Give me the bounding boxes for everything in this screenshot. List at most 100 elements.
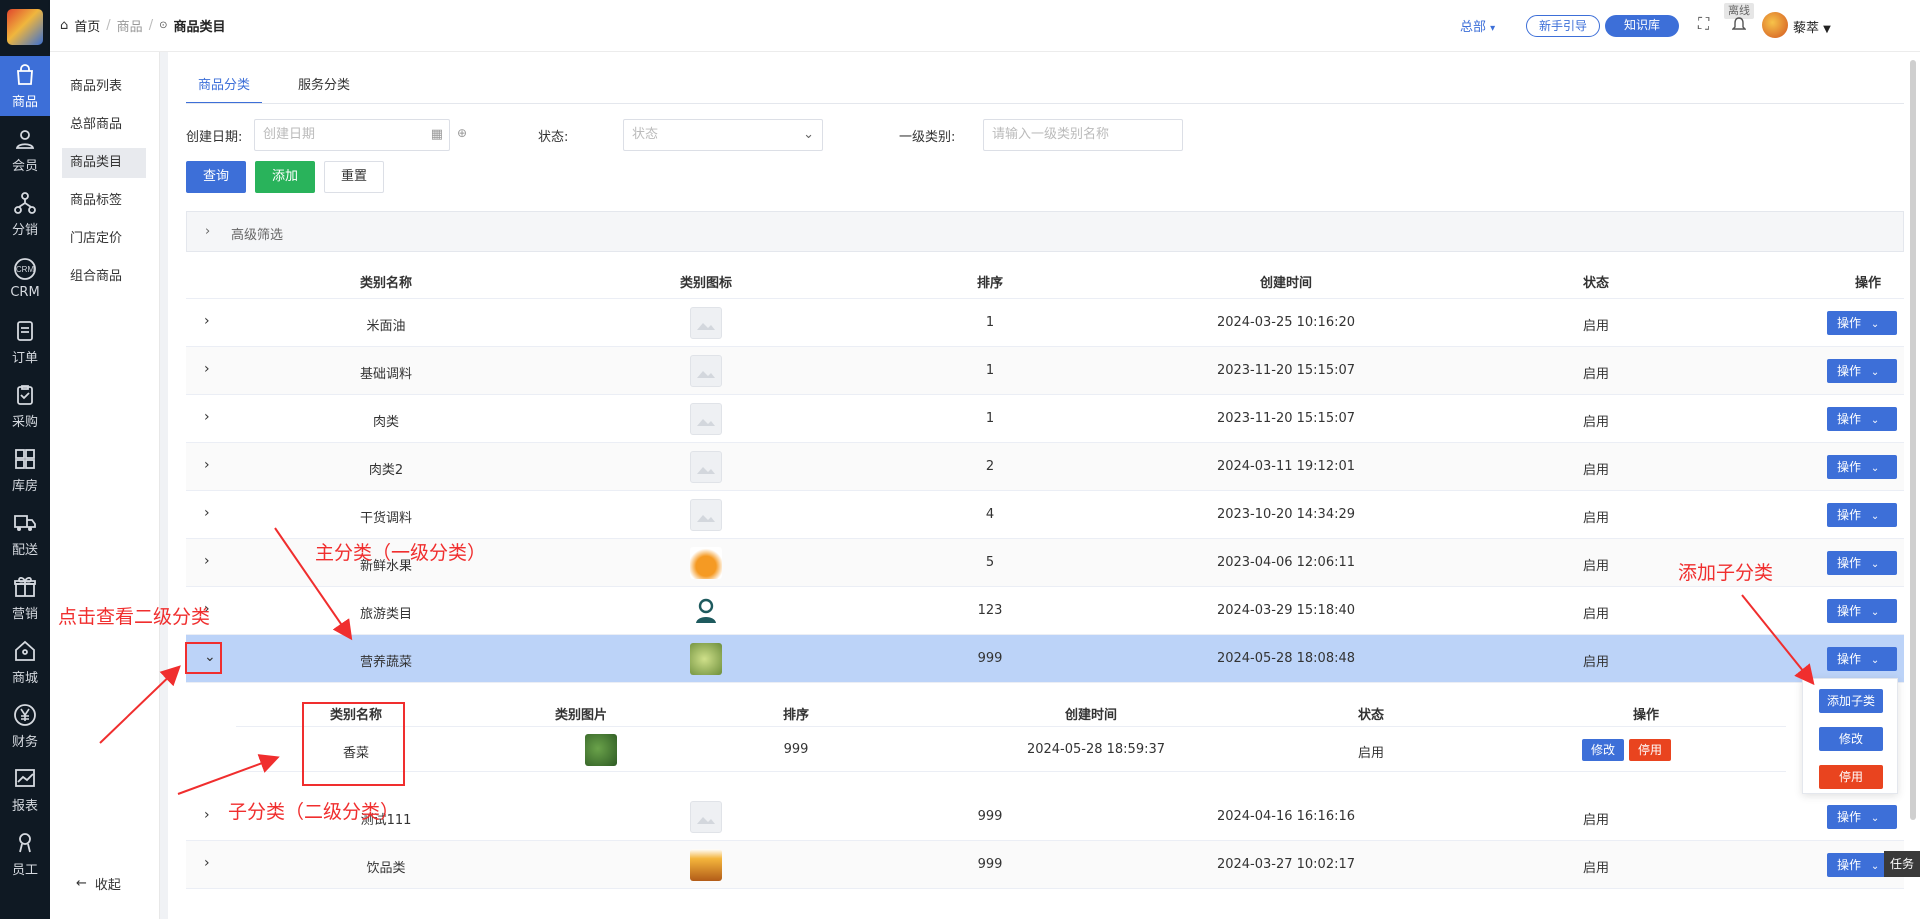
table-row[interactable]: ⌄ 营养蔬菜 999 2024-05-28 18:08:48 启用 操作 ⌄ bbox=[186, 635, 1904, 683]
guide-button[interactable]: 新手引导 bbox=[1526, 15, 1600, 37]
home-icon[interactable]: ⌂ bbox=[60, 18, 68, 33]
table-row[interactable]: › 饮品类 999 2024-03-27 10:02:17 启用 操作 ⌄ bbox=[186, 841, 1904, 889]
subtable-area: 类别名称 类别图片 排序 创建时间 状态 操作 香菜 999 2024-05-2… bbox=[186, 684, 1904, 792]
rail-item-3[interactable]: CRM CRM bbox=[0, 248, 50, 308]
cell-name: 肉类 bbox=[372, 415, 399, 430]
category-input[interactable]: 请输入一级类别名称 bbox=[983, 119, 1183, 151]
reset-button[interactable]: 重置 bbox=[324, 161, 384, 193]
rail-item-11[interactable]: 报表 bbox=[0, 760, 50, 820]
org-selector[interactable]: 总部 ▾ bbox=[1460, 16, 1495, 35]
date-input[interactable]: 创建日期 ▦ bbox=[254, 119, 450, 151]
sub-disable-button[interactable]: 停用 bbox=[1629, 739, 1671, 761]
fullscreen-icon[interactable]: ⛶ bbox=[1698, 14, 1709, 34]
subcat-highlight-box bbox=[302, 702, 405, 786]
rail-item-8[interactable]: 营销 bbox=[0, 568, 50, 628]
table-row[interactable]: › 基础调料 1 2023-11-20 15:15:07 启用 操作 ⌄ bbox=[186, 347, 1904, 395]
image-placeholder-icon bbox=[690, 451, 722, 483]
table-row[interactable]: › 测试111 999 2024-04-16 16:16:16 启用 操作 ⌄ bbox=[186, 793, 1904, 841]
subnav-item-1[interactable]: 总部商品 bbox=[62, 110, 146, 140]
drink-image bbox=[690, 849, 722, 881]
dropdown-disable[interactable]: 停用 bbox=[1819, 765, 1883, 789]
cell-time: 2024-04-16 16:16:16 bbox=[1216, 809, 1356, 824]
chevron-right-icon[interactable]: › bbox=[204, 505, 210, 521]
dropdown-edit[interactable]: 修改 bbox=[1819, 727, 1883, 751]
add-circle-icon[interactable]: ⊕ bbox=[457, 126, 467, 140]
tab-service-category[interactable]: 服务分类 bbox=[286, 74, 362, 104]
bell-icon[interactable] bbox=[1731, 17, 1747, 37]
cell-status: 启用 bbox=[1582, 559, 1609, 574]
chevron-right-icon[interactable]: › bbox=[204, 361, 210, 377]
gift-icon bbox=[14, 576, 36, 597]
operation-button[interactable]: 操作 ⌄ bbox=[1827, 599, 1897, 623]
rail-item-4[interactable]: 订单 bbox=[0, 312, 50, 372]
rail-item-label: 配送 bbox=[11, 543, 38, 558]
chart-icon bbox=[15, 769, 35, 787]
sub-cell-sort: 999 bbox=[783, 742, 809, 757]
subnav-item-3[interactable]: 商品标签 bbox=[62, 186, 146, 216]
rail-item-5[interactable]: 采购 bbox=[0, 376, 50, 436]
operation-button[interactable]: 操作 ⌄ bbox=[1827, 647, 1897, 671]
rail-item-0[interactable]: 商品 bbox=[0, 56, 50, 116]
tab-goods-category[interactable]: 商品分类 bbox=[186, 74, 263, 104]
operation-button[interactable]: 操作 ⌄ bbox=[1827, 551, 1897, 575]
rail-item-7[interactable]: 配送 bbox=[0, 504, 50, 564]
rail-item-1[interactable]: 会员 bbox=[0, 120, 50, 180]
status-label: 状态: bbox=[538, 130, 569, 145]
chevron-right-icon[interactable]: › bbox=[204, 855, 210, 871]
cell-status: 启用 bbox=[1582, 813, 1609, 828]
collapse-button[interactable]: ← 收起 bbox=[76, 874, 121, 893]
user-menu[interactable]: 藜萃 ▼ bbox=[1793, 17, 1831, 36]
knowledge-base-button[interactable]: 知识库 bbox=[1605, 15, 1679, 37]
app-logo[interactable] bbox=[0, 0, 50, 54]
rail-item-label: 库房 bbox=[11, 479, 38, 494]
rail-item-9[interactable]: 商城 bbox=[0, 632, 50, 692]
chevron-right-icon: › bbox=[205, 224, 211, 239]
operation-button[interactable]: 操作 ⌄ bbox=[1827, 311, 1897, 335]
query-button[interactable]: 查询 bbox=[186, 161, 246, 193]
operation-button[interactable]: 操作 ⌄ bbox=[1827, 805, 1897, 829]
add-button[interactable]: 添加 bbox=[255, 161, 315, 193]
th-ops: 操作 bbox=[1854, 276, 1881, 291]
rail-item-12[interactable]: 员工 bbox=[0, 824, 50, 884]
chevron-down-icon: ⌄ bbox=[1870, 607, 1880, 618]
operation-label: 操作 bbox=[1837, 858, 1862, 872]
rail-item-10[interactable]: 财务 bbox=[0, 696, 50, 756]
operation-button[interactable]: 操作 ⌄ bbox=[1827, 455, 1897, 479]
vertical-scrollbar[interactable] bbox=[1910, 60, 1916, 820]
sub-edit-button[interactable]: 修改 bbox=[1582, 739, 1624, 761]
rail-item-2[interactable]: 分销 bbox=[0, 184, 50, 244]
chevron-right-icon[interactable]: › bbox=[204, 409, 210, 425]
chevron-right-icon[interactable]: › bbox=[204, 553, 210, 569]
tab-divider bbox=[186, 103, 1904, 104]
avatar[interactable] bbox=[1762, 12, 1788, 38]
chevron-right-icon[interactable]: › bbox=[204, 807, 210, 823]
operation-label: 操作 bbox=[1837, 604, 1862, 618]
task-button[interactable]: 任务 bbox=[1884, 851, 1920, 877]
chevron-right-icon[interactable]: › bbox=[204, 457, 210, 473]
chevron-down-icon: ⌄ bbox=[1870, 861, 1880, 872]
rail-item-label: 商城 bbox=[11, 671, 38, 686]
table-row[interactable]: › 肉类2 2 2024-03-11 19:12:01 启用 操作 ⌄ bbox=[186, 443, 1904, 491]
table-row[interactable]: › 旅游类目 123 2024-03-29 15:18:40 启用 操作 ⌄ bbox=[186, 587, 1904, 635]
breadcrumb-separator: / bbox=[148, 18, 154, 33]
rail-item-6[interactable]: 库房 bbox=[0, 440, 50, 500]
subnav-item-0[interactable]: 商品列表 bbox=[62, 72, 146, 102]
cell-time: 2024-03-25 10:16:20 bbox=[1216, 315, 1356, 330]
subnav-item-5[interactable]: 组合商品 bbox=[62, 262, 146, 292]
subnav-item-2[interactable]: 商品类目 bbox=[62, 148, 146, 178]
breadcrumb-home[interactable]: 首页 bbox=[74, 16, 100, 35]
operation-button[interactable]: 操作 ⌄ bbox=[1827, 503, 1897, 527]
breadcrumb-goods[interactable]: 商品 bbox=[117, 16, 143, 35]
table-row[interactable]: › 干货调料 4 2023-10-20 14:34:29 启用 操作 ⌄ bbox=[186, 491, 1904, 539]
cell-status: 启用 bbox=[1582, 415, 1609, 430]
table-row[interactable]: › 肉类 1 2023-11-20 15:15:07 启用 操作 ⌄ bbox=[186, 395, 1904, 443]
advanced-filter[interactable]: › 高级筛选 bbox=[186, 211, 1904, 252]
operation-button[interactable]: 操作 ⌄ bbox=[1827, 407, 1897, 431]
dropdown-add-child[interactable]: 添加子类 bbox=[1819, 689, 1883, 713]
table-row[interactable]: › 米面油 1 2024-03-25 10:16:20 启用 操作 ⌄ bbox=[186, 299, 1904, 347]
status-select[interactable]: 状态 ⌄ bbox=[623, 119, 823, 151]
bag-icon bbox=[17, 64, 33, 85]
subnav-item-4[interactable]: 门店定价 bbox=[62, 224, 146, 254]
operation-button[interactable]: 操作 ⌄ bbox=[1827, 359, 1897, 383]
chevron-right-icon[interactable]: › bbox=[204, 313, 210, 329]
